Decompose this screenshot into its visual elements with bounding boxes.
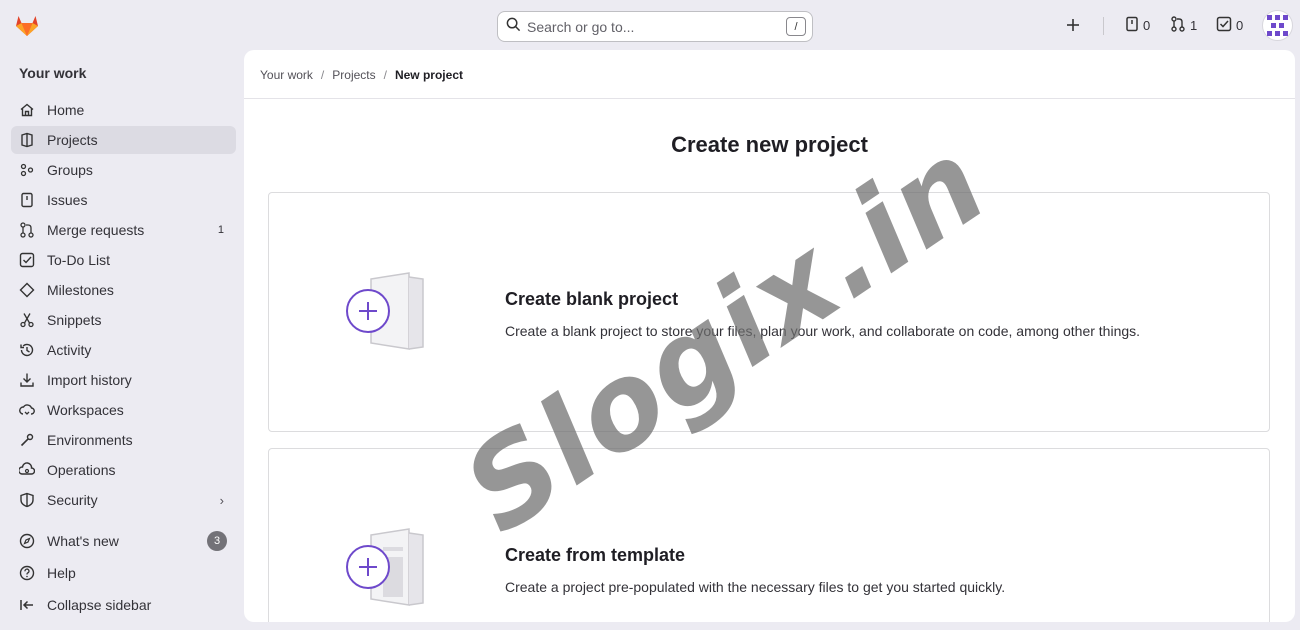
sidebar-item-import-history[interactable]: Import history — [11, 366, 236, 394]
sidebar-item-label: Groups — [47, 162, 93, 178]
group-icon — [19, 162, 35, 178]
sidebar-context-title: Your work — [19, 65, 87, 81]
breadcrumb-divider — [244, 98, 1295, 99]
breadcrumb-your-work[interactable]: Your work — [260, 68, 313, 82]
sidebar-item-label: Help — [47, 565, 76, 581]
sidebar-item-label: Projects — [47, 132, 98, 148]
sidebar-item-security[interactable]: Security › — [11, 486, 236, 514]
sidebar-item-label: Workspaces — [47, 402, 124, 418]
sidebar-item-label: Home — [47, 102, 85, 118]
sidebar-item-label: Collapse sidebar — [47, 597, 152, 613]
sidebar-item-snippets[interactable]: Snippets — [11, 306, 236, 334]
card-description: Create a project pre-populated with the … — [505, 579, 1006, 595]
merge-requests-badge: 1 — [217, 224, 224, 236]
sidebar-item-milestones[interactable]: Milestones — [11, 276, 236, 304]
history-icon — [19, 342, 35, 358]
create-blank-project-card[interactable]: Create blank project Create a blank proj… — [268, 192, 1270, 432]
issues-icon — [19, 192, 35, 208]
issues-count-button[interactable]: 0 — [1125, 16, 1150, 35]
sidebar-item-label: Snippets — [47, 312, 102, 328]
shield-icon — [19, 492, 35, 508]
sidebar-item-groups[interactable]: Groups — [11, 156, 236, 184]
sidebar-item-label: Security — [47, 492, 98, 508]
sidebar-item-environments[interactable]: Environments — [11, 426, 236, 454]
sidebar-item-merge-requests[interactable]: Merge requests 1 — [11, 216, 236, 244]
todo-icon — [19, 252, 35, 268]
user-avatar[interactable] — [1262, 10, 1293, 41]
main-panel: Your work / Projects / New project Creat… — [244, 50, 1295, 622]
merge-request-icon — [19, 222, 35, 238]
snippet-icon — [19, 312, 35, 328]
sidebar-item-todo-list[interactable]: To-Do List — [11, 246, 236, 274]
sidebar-item-help[interactable]: Help — [11, 559, 236, 587]
project-icon — [19, 132, 35, 148]
whats-new-badge: 3 — [207, 531, 227, 551]
sidebar-item-projects[interactable]: Projects — [11, 126, 236, 154]
sidebar-item-collapse[interactable]: Collapse sidebar — [11, 591, 236, 619]
create-from-template-card[interactable]: Create from template Create a project pr… — [268, 448, 1270, 622]
issues-icon — [1125, 16, 1139, 35]
breadcrumb-separator: / — [383, 68, 387, 82]
collapse-icon — [19, 597, 35, 613]
merge-requests-count: 1 — [1190, 18, 1198, 33]
sidebar-item-label: Environments — [47, 432, 133, 448]
sidebar-item-whats-new[interactable]: What's new 3 — [11, 527, 236, 555]
breadcrumb-separator: / — [320, 68, 325, 82]
sidebar-item-label: Milestones — [47, 282, 114, 298]
todos-count: 0 — [1236, 18, 1244, 33]
page-title: Create new project — [671, 132, 868, 157]
sidebar-item-workspaces[interactable]: Workspaces — [11, 396, 236, 424]
sidebar-item-label: Operations — [47, 462, 116, 478]
sidebar-item-issues[interactable]: Issues — [11, 186, 236, 214]
compass-icon — [19, 533, 35, 549]
home-icon — [19, 102, 35, 118]
sidebar-item-label: Issues — [47, 192, 88, 208]
issues-count: 0 — [1143, 18, 1151, 33]
sidebar-item-activity[interactable]: Activity — [11, 336, 236, 364]
sidebar-item-label: What's new — [47, 533, 119, 549]
sidebar-item-home[interactable]: Home — [11, 96, 236, 124]
import-icon — [19, 372, 35, 388]
merge-request-icon — [1170, 16, 1186, 35]
todos-count-button[interactable]: 0 — [1216, 16, 1243, 35]
milestone-icon — [19, 282, 35, 298]
breadcrumb-projects[interactable]: Projects — [332, 68, 375, 82]
breadcrumb-current[interactable]: New project — [395, 68, 463, 82]
breadcrumb: Your work / Projects / New project — [260, 68, 463, 82]
card-description: Create a blank project to store your fil… — [505, 323, 1141, 339]
sidebar-item-label: Import history — [47, 372, 132, 388]
card-title: Create from template — [505, 545, 686, 565]
top-bar: Search or go to... / 0 1 0 — [0, 0, 1300, 50]
workspace-icon — [19, 402, 35, 418]
card-title: Create blank project — [505, 289, 679, 309]
sidebar-item-label: To-Do List — [47, 252, 111, 268]
help-icon — [19, 565, 35, 581]
chevron-right-icon: › — [219, 492, 224, 508]
sidebar-item-operations[interactable]: Operations — [11, 456, 236, 484]
blank-project-illustration-icon — [343, 271, 433, 358]
sidebar-item-label: Merge requests — [47, 222, 145, 238]
environment-icon — [19, 432, 35, 448]
merge-requests-count-button[interactable]: 1 — [1170, 16, 1197, 35]
sidebar-item-label: Activity — [47, 342, 92, 358]
operations-icon — [19, 462, 35, 478]
sidebar: Your work Home Projects Groups Issues Me… — [0, 50, 244, 630]
template-project-illustration-icon — [343, 527, 433, 614]
todo-icon — [1216, 16, 1232, 35]
